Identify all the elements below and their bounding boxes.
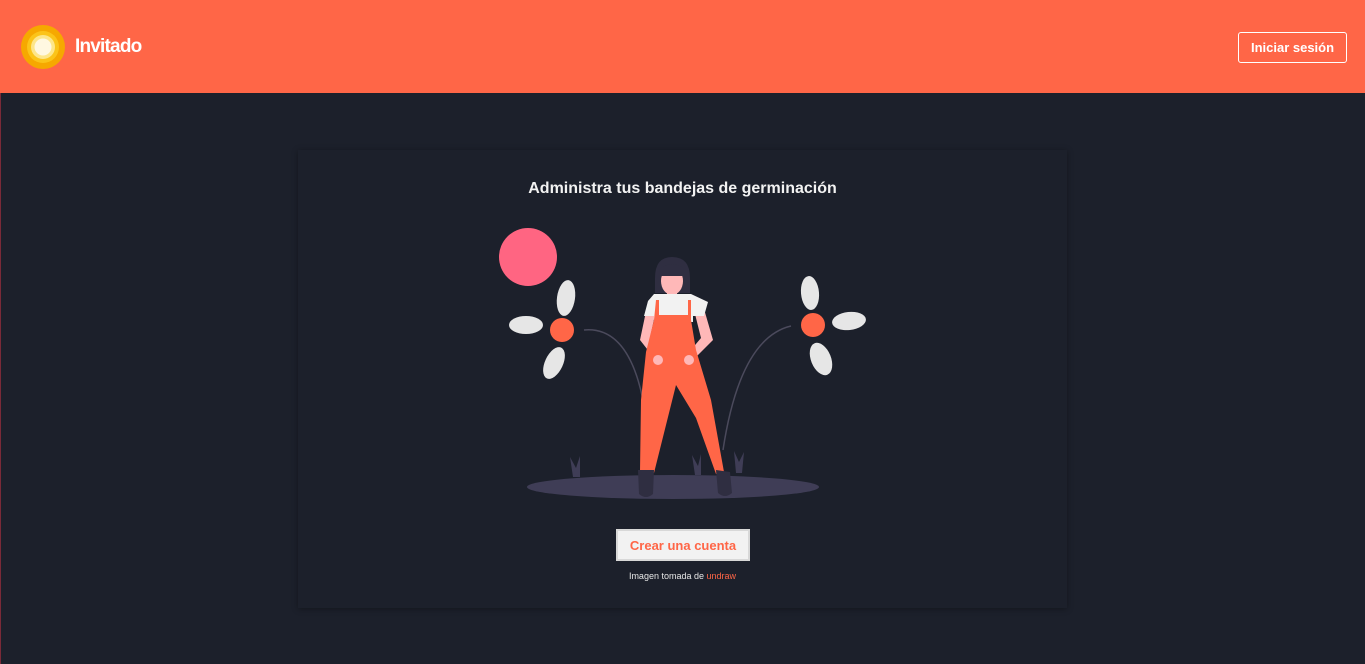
- image-credit: Imagen tomada de undraw: [298, 571, 1067, 581]
- gardener-figure: [638, 257, 732, 497]
- brand[interactable]: Invitado: [21, 24, 142, 69]
- right-flower: [800, 276, 866, 376]
- credit-prefix: Imagen tomada de: [628, 571, 704, 581]
- right-flower-stem: [722, 325, 792, 451]
- left-edge-line: [0, 93, 1, 664]
- welcome-card: Administra tus bandejas de germinación C…: [298, 150, 1067, 608]
- left-flower-stem: [583, 329, 644, 401]
- sun-logo-icon: [21, 24, 65, 69]
- left-flower: [509, 280, 576, 379]
- login-button[interactable]: Iniciar sesión: [1238, 31, 1347, 63]
- navbar: Invitado Iniciar sesión: [0, 0, 1365, 93]
- brand-name: Invitado: [75, 35, 142, 57]
- create-account-button[interactable]: Crear una cuenta: [616, 529, 750, 561]
- sun-circle: [499, 228, 557, 286]
- ground-ellipse: [527, 475, 819, 499]
- undraw-link[interactable]: undraw: [707, 571, 737, 581]
- gardener-flowers-illustration: [499, 228, 866, 499]
